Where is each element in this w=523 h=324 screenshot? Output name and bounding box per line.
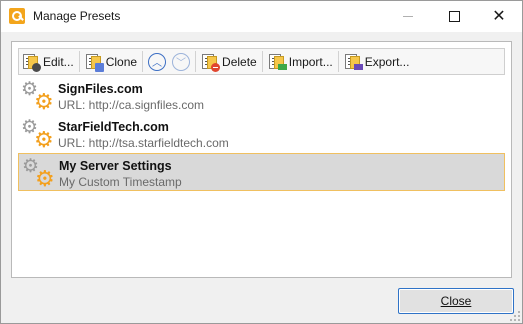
preset-name: StarFieldTech.com	[58, 120, 169, 134]
edit-preset-icon	[22, 53, 41, 72]
clone-label: Clone	[105, 54, 138, 69]
gears-icon: ⚙ ⚙	[21, 117, 54, 152]
clone-preset-icon	[85, 53, 104, 72]
toolbar-separator	[261, 51, 263, 72]
maximize-icon	[448, 11, 460, 22]
window-title: Manage Presets	[33, 9, 121, 23]
move-up-button[interactable]: ︿	[145, 49, 169, 74]
presets-list: ⚙ ⚙ SignFiles.com URL: http://ca.signfile…	[18, 77, 505, 191]
toolbar-separator	[142, 51, 144, 72]
title-bar: Manage Presets ✕	[1, 1, 522, 32]
presets-toolbar: Edit... Clone ︿ ﹀ Delete Import... Expor…	[18, 48, 505, 75]
maximize-button[interactable]	[431, 1, 477, 32]
manage-presets-dialog: Manage Presets ✕ Edit... Clone ︿ ﹀ Delet…	[0, 0, 523, 324]
export-button[interactable]: Export...	[341, 49, 413, 74]
preset-row[interactable]: ⚙ ⚙ StarFieldTech.com URL: http://tsa.sta…	[18, 115, 505, 153]
import-button[interactable]: Import...	[265, 49, 336, 74]
delete-button[interactable]: Delete	[198, 49, 260, 74]
arrow-down-icon: ﹀	[172, 52, 191, 71]
toolbar-separator	[337, 51, 339, 72]
gears-icon: ⚙ ⚙	[21, 79, 54, 114]
import-label: Import...	[288, 54, 333, 69]
minimize-icon	[403, 16, 413, 17]
close-icon: ✕	[492, 7, 506, 25]
arrow-up-icon: ︿	[148, 52, 167, 71]
import-preset-icon	[268, 53, 287, 71]
gears-icon: ⚙ ⚙	[22, 156, 55, 191]
preset-detail: My Custom Timestamp	[59, 175, 182, 189]
delete-preset-icon	[201, 53, 221, 72]
close-button[interactable]: Close	[398, 288, 514, 314]
export-preset-icon	[344, 53, 363, 71]
edit-label: Edit...	[43, 54, 74, 69]
move-down-button[interactable]: ﹀	[169, 49, 193, 74]
edit-button[interactable]: Edit...	[19, 49, 77, 74]
preset-name: SignFiles.com	[58, 82, 143, 96]
preset-row-selected[interactable]: ⚙ ⚙ My Server Settings My Custom Timestam…	[18, 153, 505, 191]
preset-name: My Server Settings	[59, 159, 172, 173]
delete-label: Delete	[222, 54, 257, 69]
export-label: Export...	[364, 54, 410, 69]
resize-grip-icon[interactable]	[510, 311, 520, 321]
close-button-label: Close	[440, 294, 472, 308]
clone-button[interactable]: Clone	[82, 49, 140, 74]
presets-panel: Edit... Clone ︿ ﹀ Delete Import... Expor…	[11, 41, 512, 278]
app-icon	[9, 8, 25, 24]
toolbar-separator	[78, 51, 80, 72]
preset-detail: URL: http://ca.signfiles.com	[58, 98, 205, 112]
preset-row[interactable]: ⚙ ⚙ SignFiles.com URL: http://ca.signfile…	[18, 77, 505, 115]
toolbar-separator	[195, 51, 197, 72]
close-window-button[interactable]: ✕	[476, 1, 522, 32]
minimize-button[interactable]	[385, 1, 431, 32]
preset-detail: URL: http://tsa.starfieldtech.com	[58, 136, 229, 150]
